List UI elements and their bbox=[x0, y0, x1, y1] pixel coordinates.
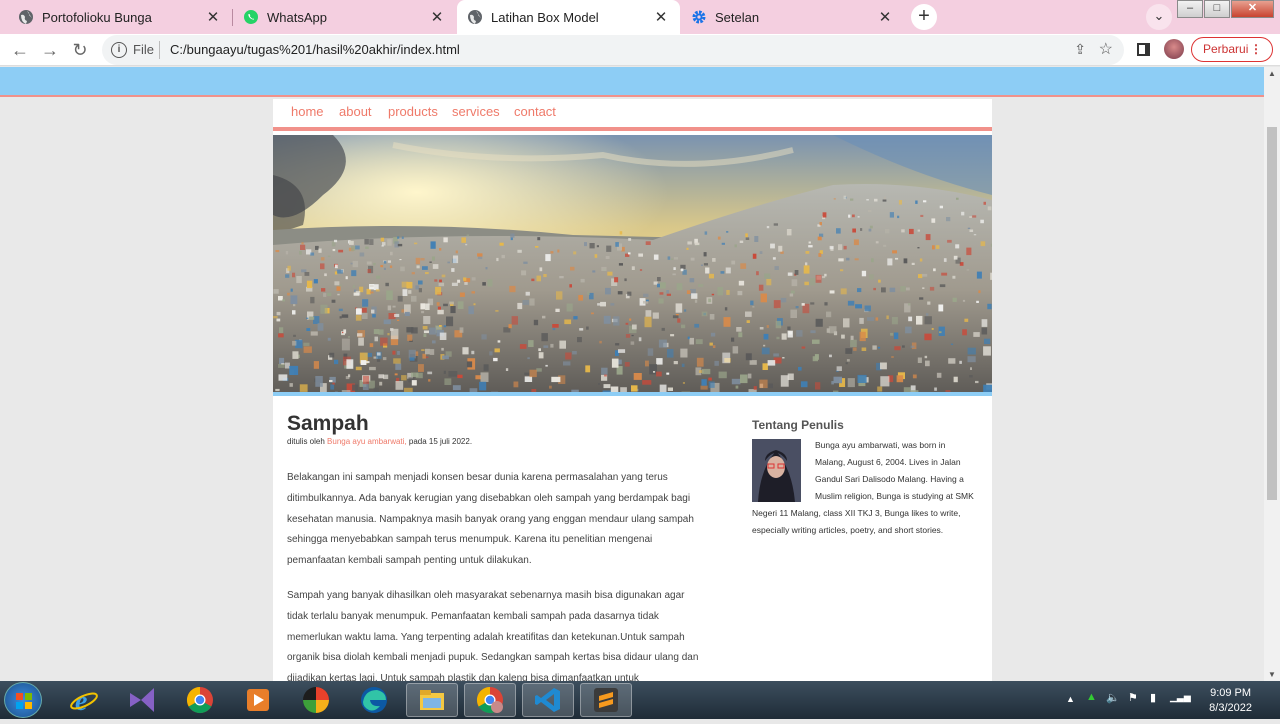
chrome-icon[interactable] bbox=[464, 683, 516, 717]
nav-link-contact[interactable]: contact bbox=[514, 104, 556, 119]
globe-icon bbox=[467, 9, 483, 25]
meta-prefix: ditulis oleh bbox=[287, 437, 325, 446]
tab-title: WhatsApp bbox=[267, 10, 430, 25]
krita-icon[interactable] bbox=[290, 683, 342, 717]
tab-title: Latihan Box Model bbox=[491, 10, 654, 25]
gear-icon bbox=[691, 9, 707, 25]
vscode-icon[interactable] bbox=[522, 683, 574, 717]
taskbar: e ▲ ▲ 🔈 ⚑ ▮ ▁▃▅ 9:09 PM 8/3/2022 bbox=[0, 681, 1280, 719]
maximize-button[interactable]: □ bbox=[1204, 0, 1230, 18]
header-band bbox=[0, 67, 1264, 97]
close-icon[interactable]: ✕ bbox=[206, 8, 220, 26]
nav-link-home[interactable]: home bbox=[291, 104, 324, 119]
article: Sampah ditulis oleh Bunga ayu ambarwati,… bbox=[287, 412, 707, 681]
clock-time: 9:09 PM bbox=[1209, 686, 1252, 701]
meta-suffix: pada 15 juli 2022. bbox=[409, 437, 472, 446]
minimize-button[interactable]: – bbox=[1177, 0, 1203, 18]
divider bbox=[159, 41, 160, 59]
nav-menu: home about products services contact bbox=[273, 99, 992, 131]
author-bio: Bunga ayu ambarwati, was born in Malang,… bbox=[752, 437, 974, 539]
scroll-up-icon[interactable]: ▲ bbox=[1264, 69, 1280, 78]
article-paragraph: Belakangan ini sampah menjadi konsen bes… bbox=[287, 468, 707, 572]
action-center-icon[interactable]: ⚑ bbox=[1128, 691, 1138, 704]
url-text[interactable]: C:/bungaayu/tugas%201/hasil%20akhir/inde… bbox=[170, 42, 460, 57]
update-label: Perbarui bbox=[1203, 42, 1248, 56]
nav-link-products[interactable]: products bbox=[388, 104, 438, 119]
show-hidden-icons-icon[interactable]: ▲ bbox=[1066, 694, 1075, 704]
tab-portofolio[interactable]: Portofolioku Bunga ✕ bbox=[0, 0, 232, 34]
tab-latihan-box-model[interactable]: Latihan Box Model ✕ bbox=[457, 0, 680, 34]
scheme-label: File bbox=[133, 42, 154, 57]
start-button[interactable] bbox=[4, 682, 42, 718]
globe-icon bbox=[18, 9, 34, 25]
svg-text:e: e bbox=[75, 686, 87, 715]
scroll-down-icon[interactable]: ▼ bbox=[1264, 670, 1280, 679]
article-title: Sampah bbox=[287, 412, 707, 436]
tab-setelan[interactable]: Setelan ✕ bbox=[681, 0, 904, 34]
profile-avatar[interactable] bbox=[1164, 39, 1184, 59]
browser-toolbar: ← → ↻ i File C:/bungaayu/tugas%201/hasil… bbox=[0, 34, 1280, 66]
whatsapp-icon bbox=[243, 9, 259, 25]
chevron-down-icon: ⌄ bbox=[1154, 8, 1165, 23]
sidebar-heading: Tentang Penulis bbox=[752, 418, 974, 432]
clock-date: 8/3/2022 bbox=[1209, 701, 1252, 716]
close-icon[interactable]: ✕ bbox=[878, 8, 892, 26]
update-button[interactable]: Perbarui⋮ bbox=[1191, 37, 1273, 62]
close-icon[interactable]: ✕ bbox=[430, 8, 444, 26]
power-icon[interactable]: ▮ bbox=[1150, 691, 1156, 704]
tab-whatsapp[interactable]: WhatsApp ✕ bbox=[233, 0, 456, 34]
vertical-scrollbar[interactable]: ▲ ▼ bbox=[1264, 67, 1280, 681]
page-viewport: home about products services contact bbox=[0, 67, 1264, 681]
signal-icon[interactable]: ▁▃▅ bbox=[1170, 692, 1191, 703]
nav-link-services[interactable]: services bbox=[452, 104, 500, 119]
page-container: home about products services contact bbox=[273, 99, 992, 681]
bookmark-star-icon[interactable]: ☆ bbox=[1099, 39, 1113, 59]
visual-studio-icon[interactable] bbox=[116, 683, 168, 717]
new-tab-button[interactable]: + bbox=[911, 4, 937, 30]
system-tray: ▲ ▲ 🔈 ⚑ ▮ ▁▃▅ 9:09 PM 8/3/2022 bbox=[1060, 681, 1280, 719]
tab-strip: Portofolioku Bunga ✕ WhatsApp ✕ Latihan … bbox=[0, 0, 1280, 34]
share-icon[interactable]: ⇪ bbox=[1074, 41, 1086, 58]
nav-link-about[interactable]: about bbox=[339, 104, 372, 119]
tab-title: Portofolioku Bunga bbox=[42, 10, 206, 25]
address-bar[interactable]: i File C:/bungaayu/tugas%201/hasil%20akh… bbox=[102, 35, 1124, 65]
tab-title: Setelan bbox=[715, 10, 878, 25]
sublime-icon[interactable] bbox=[580, 683, 632, 717]
volume-icon[interactable]: 🔈 bbox=[1106, 691, 1120, 704]
network-warning-icon[interactable]: ▲ bbox=[1086, 691, 1097, 703]
author-sidebar: Tentang Penulis Bunga ayu ambarwati, was… bbox=[752, 418, 974, 539]
file-explorer-icon[interactable] bbox=[406, 683, 458, 717]
article-meta: ditulis oleh Bunga ayu ambarwati, pada 1… bbox=[287, 437, 707, 446]
clock[interactable]: 9:09 PM 8/3/2022 bbox=[1209, 686, 1252, 716]
tab-search-button[interactable]: ⌄ bbox=[1146, 4, 1172, 30]
info-icon[interactable]: i bbox=[111, 42, 127, 58]
side-panel-icon[interactable] bbox=[1137, 43, 1150, 56]
reload-icon[interactable]: ↻ bbox=[70, 40, 90, 61]
hero-image bbox=[273, 135, 992, 396]
back-icon[interactable]: ← bbox=[10, 40, 30, 61]
chrome-icon[interactable] bbox=[174, 683, 226, 717]
internet-explorer-icon[interactable]: e bbox=[58, 683, 110, 717]
window-close-button[interactable]: ✕ bbox=[1231, 0, 1274, 18]
author-photo bbox=[752, 439, 801, 502]
media-player-icon[interactable] bbox=[232, 683, 284, 717]
window-controls: – □ ✕ bbox=[1177, 0, 1274, 18]
forward-icon[interactable]: → bbox=[40, 40, 60, 61]
edge-icon[interactable] bbox=[348, 683, 400, 717]
author-link[interactable]: Bunga ayu ambarwati, bbox=[327, 437, 407, 446]
more-icon: ⋮ bbox=[1250, 38, 1262, 61]
scroll-thumb[interactable] bbox=[1267, 127, 1277, 500]
close-icon[interactable]: ✕ bbox=[654, 8, 668, 26]
article-paragraph: Sampah yang banyak dihasilkan oleh masya… bbox=[287, 586, 707, 681]
